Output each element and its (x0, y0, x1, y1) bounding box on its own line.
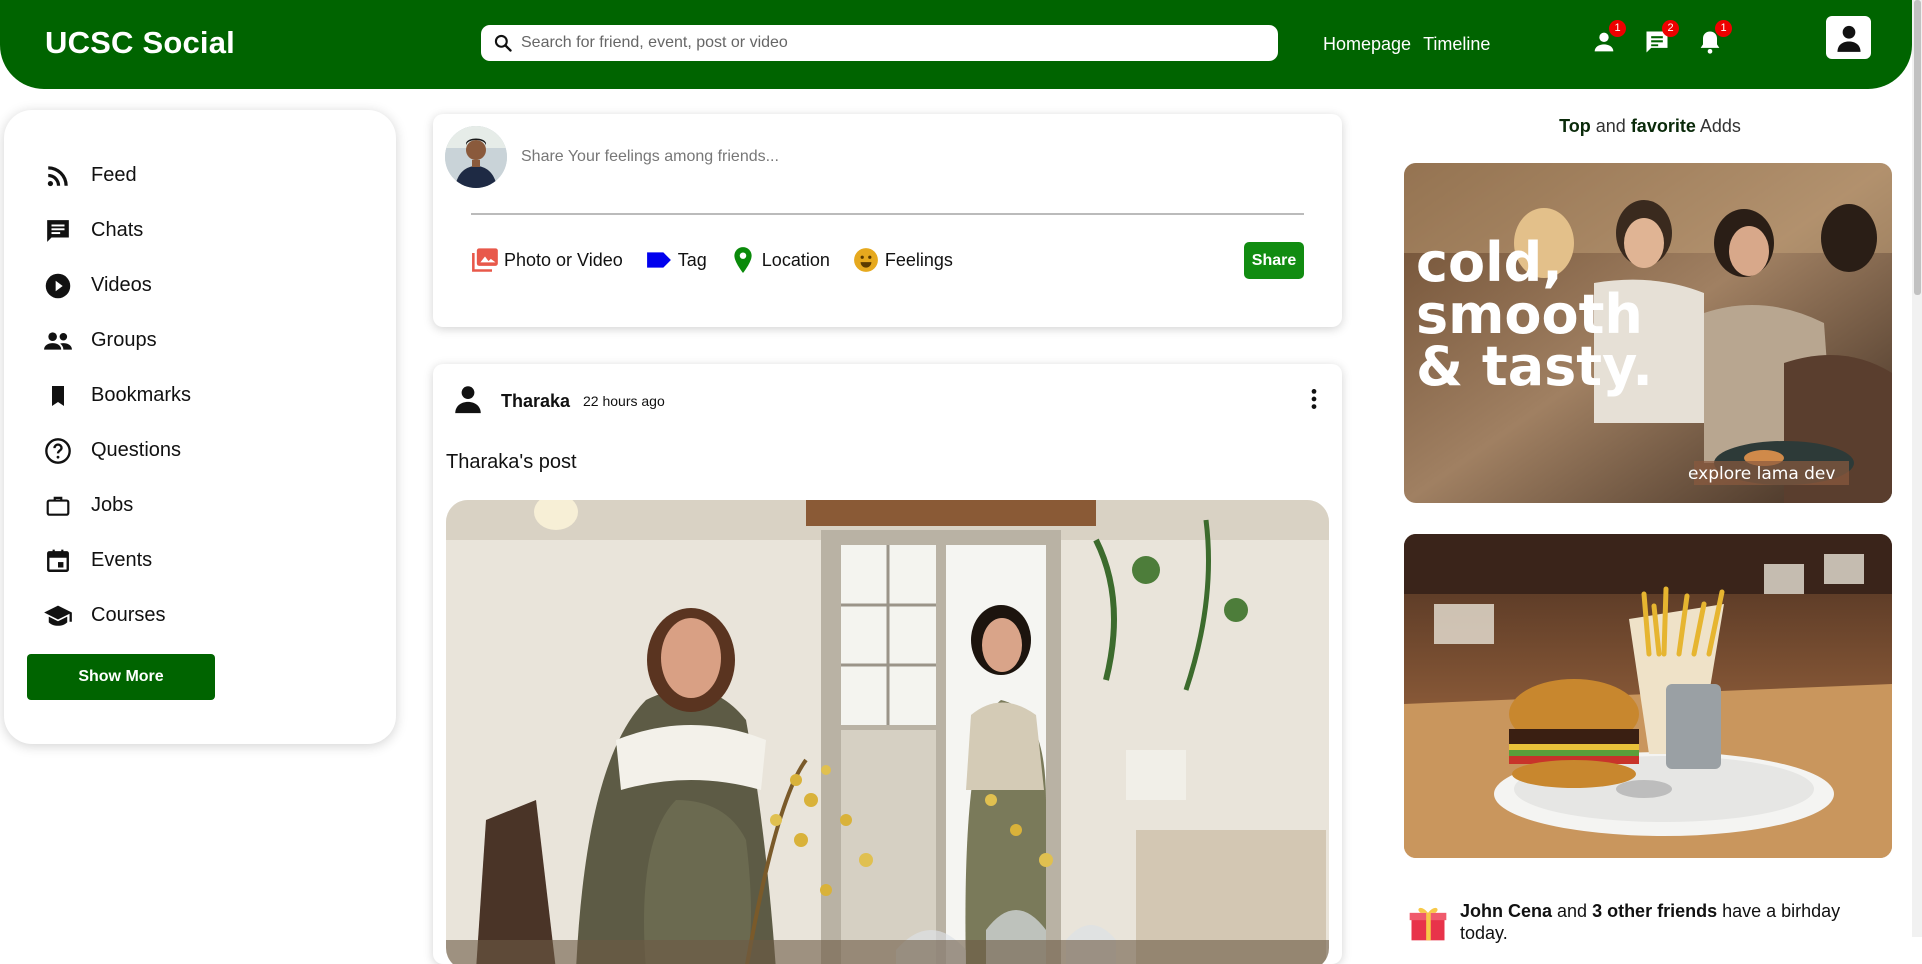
divider (471, 213, 1304, 215)
notifications-button[interactable]: 1 (1696, 20, 1732, 56)
photo-library-icon (471, 246, 499, 274)
ads-title: Top and favorite Adds (1400, 116, 1900, 137)
ads-title-adds: Adds (1695, 116, 1741, 136)
option-label: Tag (677, 249, 707, 270)
option-label: Photo or Video (504, 249, 623, 270)
sidebar-item-videos[interactable]: Videos (42, 258, 191, 313)
option-label: Feelings (884, 249, 953, 270)
friend-requests-badge: 1 (1609, 20, 1626, 37)
birthday-text: John Cena and 3 other friends have a bir… (1460, 900, 1870, 944)
post-card: Tharaka 22 hours ago Tharaka's post (433, 364, 1342, 964)
post-username[interactable]: Tharaka (501, 391, 570, 412)
search-bar[interactable] (481, 25, 1278, 61)
photo-video-option[interactable]: Photo or Video (471, 246, 623, 274)
top-icons: 1 2 1 (1590, 20, 1732, 56)
friend-requests-button[interactable]: 1 (1590, 20, 1626, 56)
more-vert-icon (1311, 389, 1317, 409)
birthday-notice: John Cena and 3 other friends have a bir… (1406, 900, 1870, 944)
notifications-badge: 1 (1715, 20, 1732, 37)
user-avatar (445, 126, 507, 188)
birthday-name[interactable]: John Cena (1460, 901, 1552, 921)
sidebar-item-label: Chats (91, 219, 144, 241)
birthday-friends[interactable]: 3 other friends (1592, 901, 1717, 921)
nav-links: Homepage Timeline (1323, 34, 1490, 55)
calendar-icon (42, 545, 74, 577)
location-option[interactable]: Location (729, 246, 830, 274)
school-icon (42, 600, 74, 632)
help-circle-icon (42, 435, 74, 467)
messages-button[interactable]: 2 (1643, 20, 1679, 56)
ad-image-burger[interactable] (1404, 534, 1892, 858)
post-timestamp: 22 hours ago (583, 393, 665, 409)
bookmark-icon (42, 380, 74, 412)
gift-icon (1406, 900, 1450, 944)
play-circle-icon (42, 270, 74, 302)
sidebar-item-label: Jobs (91, 494, 134, 516)
share-feelings-input[interactable] (521, 148, 1281, 166)
feelings-option[interactable]: Feelings (852, 246, 953, 274)
sidebar-item-label: Videos (91, 274, 152, 296)
profile-avatar-button[interactable] (1826, 16, 1871, 59)
sidebar-item-label: Feed (91, 164, 137, 186)
ads-title-top: Top (1559, 116, 1591, 136)
scrollbar-thumb[interactable] (1914, 0, 1921, 295)
share-options: Photo or Video Tag Location Feelings (471, 246, 953, 274)
nav-link-homepage[interactable]: Homepage (1323, 34, 1411, 55)
post-text: Tharaka's post (446, 451, 577, 473)
search-input[interactable] (521, 34, 1261, 52)
sidebar-item-label: Bookmarks (91, 384, 192, 406)
option-label: Location (761, 249, 830, 270)
label-icon (645, 246, 673, 274)
sidebar-item-events[interactable]: Events (42, 533, 191, 588)
sidebar-item-jobs[interactable]: Jobs (42, 478, 191, 533)
messages-badge: 2 (1662, 20, 1679, 37)
ads-title-favorite: favorite (1630, 116, 1696, 136)
sidebar-item-bookmarks[interactable]: Bookmarks (42, 368, 191, 423)
sidebar-item-label: Groups (91, 329, 157, 351)
brand-logo[interactable]: UCSC Social (45, 25, 235, 61)
sidebar-item-groups[interactable]: Groups (42, 313, 191, 368)
left-sidebar: Feed Chats Videos Groups Bookmarks Quest… (4, 110, 396, 744)
post-image[interactable] (446, 500, 1329, 964)
share-post-card: Photo or Video Tag Location Feelings Sha… (433, 114, 1342, 327)
nav-link-timeline[interactable]: Timeline (1423, 34, 1490, 55)
location-pin-icon (729, 246, 757, 274)
sidebar-item-label: Events (91, 549, 153, 571)
user-avatar-icon (1836, 25, 1861, 52)
top-navbar: UCSC Social Homepage Timeline 1 2 1 (0, 0, 1912, 89)
user-avatar-icon[interactable] (451, 382, 485, 416)
more-options-button[interactable] (1301, 386, 1327, 412)
birthday-and: and (1552, 901, 1593, 921)
sidebar-item-label: Courses (91, 604, 166, 626)
ad-headline-line-3: & tasty. (1416, 335, 1653, 398)
ads-title-and: and (1590, 116, 1631, 136)
sidebar-menu: Feed Chats Videos Groups Bookmarks Quest… (42, 148, 191, 643)
show-more-button[interactable]: Show More (27, 654, 215, 700)
tag-option[interactable]: Tag (645, 246, 707, 274)
ad-footer-text: explore lama dev (1688, 464, 1835, 484)
chat-icon (42, 215, 74, 247)
sidebar-item-label: Questions (91, 439, 182, 461)
group-icon (42, 325, 74, 357)
briefcase-icon (42, 490, 74, 522)
sidebar-item-feed[interactable]: Feed (42, 148, 191, 203)
ad-image-drinks[interactable]: cold, smooth & tasty. explore lama dev (1404, 163, 1892, 503)
share-button[interactable]: Share (1244, 242, 1304, 279)
sidebar-item-questions[interactable]: Questions (42, 423, 191, 478)
emoji-icon (852, 246, 880, 274)
sidebar-item-chats[interactable]: Chats (42, 203, 191, 258)
sidebar-item-courses[interactable]: Courses (42, 588, 191, 643)
search-icon (494, 34, 512, 52)
rss-feed-icon (42, 160, 74, 192)
